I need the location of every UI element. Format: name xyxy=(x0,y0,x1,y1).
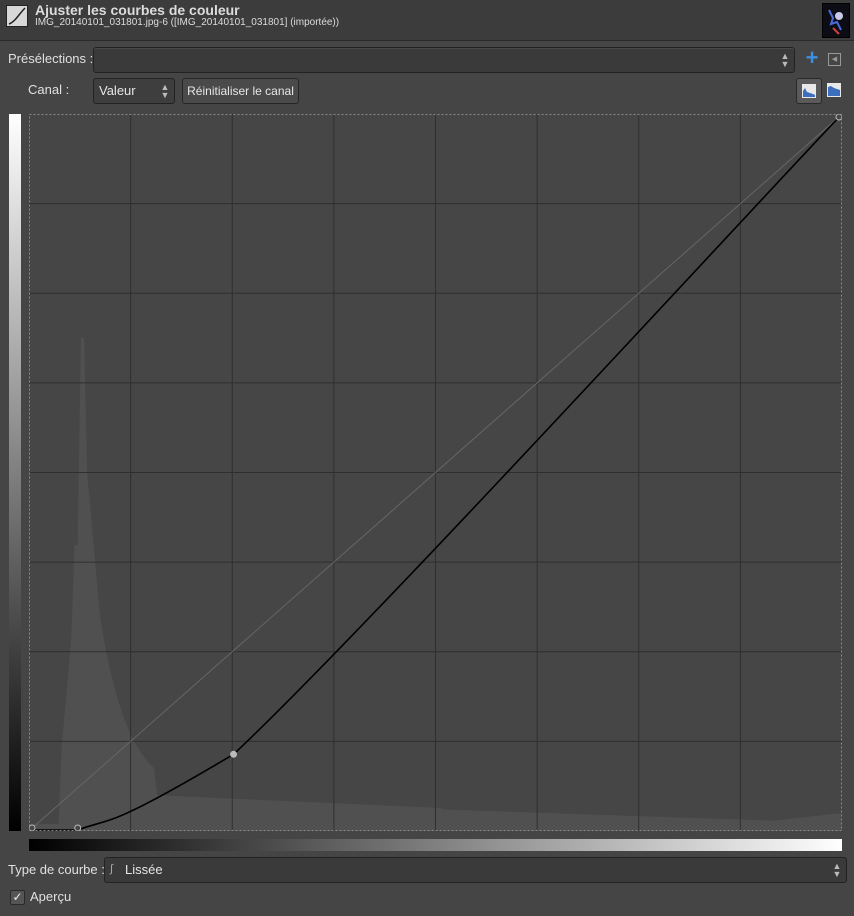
curve-type-label: Type de courbe : xyxy=(8,862,105,877)
preview-checkbox[interactable]: ✓ xyxy=(10,890,25,905)
updown-arrows-icon: ▲ ▼ xyxy=(780,51,790,69)
curves-graph[interactable] xyxy=(29,114,842,831)
dialog-title: Ajuster les courbes de couleur xyxy=(35,2,240,18)
presets-combo[interactable]: ▲ ▼ xyxy=(93,47,795,73)
curves-tool-icon xyxy=(6,5,28,27)
channel-select[interactable]: Valeur ▲ ▼ xyxy=(93,78,175,104)
vertical-gradient-bar xyxy=(9,114,21,831)
curve-type-select[interactable]: ∫ Lissée ▲ ▼ xyxy=(104,857,847,883)
updown-arrows-icon: ▲ ▼ xyxy=(832,861,842,879)
curve-type-value: Lissée xyxy=(125,862,163,877)
channel-label: Canal : xyxy=(28,82,70,97)
presets-label: Présélections : xyxy=(8,51,94,66)
image-thumbnail xyxy=(822,3,850,38)
curve-control-point[interactable] xyxy=(230,750,238,758)
logarithmic-histogram-icon xyxy=(827,83,841,97)
horizontal-gradient-bar xyxy=(29,839,842,851)
dialog-header: Ajuster les courbes de couleur IMG_20140… xyxy=(0,0,854,41)
add-preset-button[interactable]: + xyxy=(803,47,821,70)
menu-arrow-icon[interactable]: ◀ xyxy=(828,53,841,66)
linear-histogram-button[interactable] xyxy=(796,78,822,104)
linear-histogram-icon xyxy=(802,84,816,98)
updown-arrows-icon: ▲ ▼ xyxy=(160,82,170,100)
channel-value: Valeur xyxy=(99,83,136,98)
preview-label[interactable]: Aperçu xyxy=(30,889,71,904)
reset-channel-button[interactable]: Réinitialiser le canal xyxy=(182,78,299,104)
smooth-curve-icon: ∫ xyxy=(110,863,114,875)
logarithmic-histogram-button[interactable] xyxy=(824,78,844,102)
dialog-subtitle: IMG_20140101_031801.jpg-6 ([IMG_20140101… xyxy=(35,17,340,28)
